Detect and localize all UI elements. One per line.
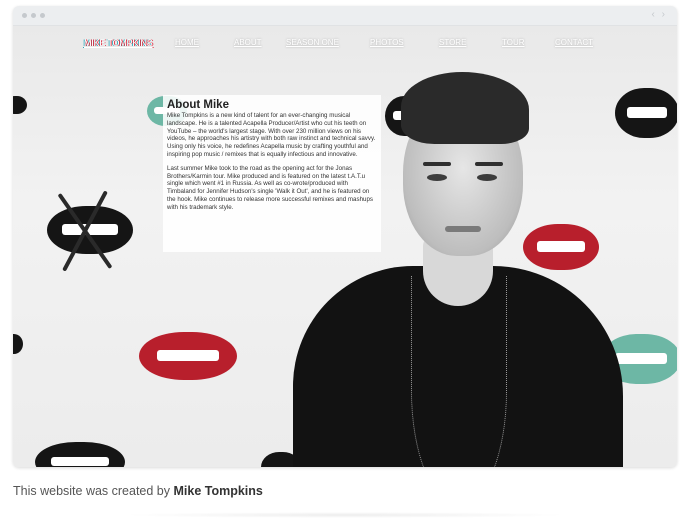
nav-contact[interactable]: CONTACT [555,38,593,47]
lips-graphic-icon [35,442,125,467]
about-panel: About Mike Mike Tompkins is a new kind o… [163,95,381,252]
site-credit: This website was created by Mike Tompkin… [13,484,263,498]
browser-toolbar: ‹ › [13,6,677,26]
nav-tour[interactable]: TOUR [502,38,525,47]
about-paragraph: Last summer Mike took to the road as the… [167,164,374,211]
about-title: About Mike [167,99,229,111]
window-dot-icon [40,13,45,18]
window-dot-icon [31,13,36,18]
nav-photos[interactable]: PHOTOS [370,38,404,47]
browser-frame: ‹ › MIKE TOMPKINS HOME ABOUT SEASON ONE … [13,6,677,467]
lips-graphic-icon [13,96,27,114]
nav-about[interactable]: ABOUT [234,38,262,47]
lips-graphic-icon [615,88,677,138]
site-navigation: MIKE TOMPKINS HOME ABOUT SEASON ONE PHOT… [13,38,677,54]
credit-author: Mike Tompkins [173,484,263,498]
nav-home[interactable]: HOME [175,38,199,47]
site-logo-link[interactable]: MIKE TOMPKINS [84,38,153,48]
lips-graphic-icon [13,334,23,354]
credit-prefix: This website was created by [13,484,174,498]
frame-shadow [120,512,570,518]
browser-nav-arrows-icon: ‹ › [651,9,667,20]
about-paragraph: Mike Tompkins is a new kind of talent fo… [167,112,376,158]
nav-store[interactable]: STORE [439,38,466,47]
window-dot-icon [22,13,27,18]
lips-graphic-icon [139,332,237,380]
nav-season-one[interactable]: SEASON ONE [286,38,339,47]
window-controls [22,13,45,18]
lips-graphic-icon [47,206,133,254]
website-hero: MIKE TOMPKINS HOME ABOUT SEASON ONE PHOT… [13,26,677,467]
